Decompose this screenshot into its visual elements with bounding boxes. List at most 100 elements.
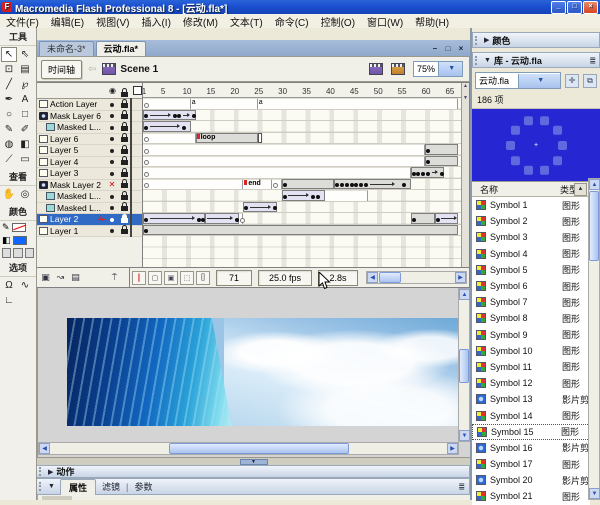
current-frame-field[interactable]: 71 bbox=[216, 270, 252, 286]
frame-span[interactable] bbox=[143, 98, 191, 109]
brush-tool[interactable]: ✐ bbox=[17, 122, 33, 137]
layer-row-mask-layer-6[interactable]: Mask Layer 6 bbox=[37, 111, 142, 123]
frame-span[interactable] bbox=[143, 167, 411, 178]
layer-row-masked-l-[interactable]: Masked L... bbox=[37, 191, 142, 203]
frame-span[interactable] bbox=[143, 156, 425, 167]
library-item-symbol-10[interactable]: Symbol 10图形 bbox=[472, 343, 590, 359]
black-white-button[interactable] bbox=[2, 248, 11, 258]
library-item-symbol-17[interactable]: Symbol 17图形 bbox=[472, 456, 590, 472]
layer-lock-toggle[interactable] bbox=[118, 134, 130, 144]
menu-item-6[interactable]: 命令(C) bbox=[269, 14, 315, 29]
center-frame-button[interactable]: ┃ bbox=[132, 271, 146, 285]
frame-span[interactable] bbox=[263, 133, 459, 144]
layer-lock-toggle[interactable] bbox=[118, 191, 130, 201]
scroll-down-arrow-icon[interactable]: ▼ bbox=[589, 488, 600, 499]
scrollbar-thumb[interactable] bbox=[379, 272, 401, 283]
zoom-level-combobox[interactable]: 75%▼ bbox=[413, 61, 463, 77]
chevron-down-icon[interactable]: ▼ bbox=[438, 62, 463, 76]
no-color-button[interactable] bbox=[13, 248, 22, 258]
minimize-button[interactable]: _ bbox=[551, 1, 566, 14]
library-item-symbol-20[interactable]: Symbol 20影片剪辑 bbox=[472, 472, 590, 488]
pin-library-icon[interactable]: ✛ bbox=[565, 74, 579, 88]
properties-panel-header[interactable]: ▼ 属性 滤镜 | 参数 ≣ bbox=[37, 478, 470, 495]
layer-lock-toggle[interactable] bbox=[118, 203, 130, 213]
frame-span[interactable] bbox=[411, 179, 459, 190]
layer-row-mask-layer-2[interactable]: Mask Layer 2✕ bbox=[37, 180, 142, 192]
library-item-symbol-2[interactable]: Symbol 2图形 bbox=[472, 213, 590, 229]
edit-multiple-frames-button[interactable]: ⬚ bbox=[180, 271, 194, 285]
layer-row-layer-1[interactable]: Layer 1 bbox=[37, 226, 142, 238]
onion-skin-outlines-button[interactable]: ▣ bbox=[164, 271, 178, 285]
library-item-symbol-15[interactable]: Symbol 15图形 bbox=[472, 424, 590, 440]
layer-visibility-toggle[interactable] bbox=[106, 215, 118, 224]
oval-tool[interactable]: ○ bbox=[1, 107, 17, 122]
frame-span[interactable] bbox=[191, 121, 459, 132]
layer-lock-toggle[interactable] bbox=[118, 180, 130, 190]
frame-span[interactable] bbox=[444, 167, 458, 178]
layer-outline-toggle[interactable] bbox=[130, 134, 142, 144]
frame-span[interactable] bbox=[143, 190, 282, 201]
layer-row-masked-l-[interactable]: Masked L... bbox=[37, 203, 142, 215]
menu-item-5[interactable]: 文本(T) bbox=[224, 14, 269, 29]
timeline-horizontal-scrollbar[interactable]: ◀ ▶ bbox=[366, 271, 467, 284]
stage-vertical-scrollbar[interactable]: ▲ ▼ bbox=[458, 288, 470, 442]
scroll-right-arrow-icon[interactable]: ▶ bbox=[447, 443, 458, 454]
library-item-symbol-4[interactable]: Symbol 4图形 bbox=[472, 246, 590, 262]
layer-outline-toggle[interactable] bbox=[130, 111, 142, 121]
lasso-tool[interactable]: ℘ bbox=[17, 77, 33, 92]
free-transform-tool[interactable]: ⊡ bbox=[1, 62, 17, 77]
chevron-down-icon[interactable]: ▼ bbox=[484, 57, 491, 64]
layer-outline-toggle[interactable] bbox=[130, 145, 142, 155]
layer-visibility-toggle[interactable] bbox=[106, 157, 118, 166]
smooth-option[interactable]: ∿ bbox=[17, 278, 33, 293]
show-hide-column-icon[interactable]: ◉ bbox=[109, 86, 116, 95]
layer-visibility-toggle[interactable] bbox=[106, 100, 118, 109]
ink-bottle-tool[interactable]: ◍ bbox=[1, 137, 17, 152]
modify-onion-markers-button[interactable]: [] bbox=[196, 271, 210, 285]
eyedropper-tool[interactable]: ⟋ bbox=[1, 152, 17, 167]
scrollbar-thumb[interactable] bbox=[459, 349, 469, 383]
frame-span[interactable] bbox=[277, 202, 459, 213]
add-motion-guide-button[interactable]: ↝ bbox=[54, 271, 67, 284]
library-item-symbol-5[interactable]: Symbol 5图形 bbox=[472, 262, 590, 278]
layer-outline-toggle[interactable] bbox=[130, 203, 142, 213]
layer-outline-toggle[interactable] bbox=[130, 122, 142, 132]
frame-span[interactable] bbox=[196, 110, 459, 121]
timeline-toggle-button[interactable]: 时间轴 bbox=[41, 60, 82, 79]
library-item-symbol-1[interactable]: Symbol 1图形 bbox=[472, 197, 590, 213]
library-item-symbol-12[interactable]: Symbol 12图形 bbox=[472, 375, 590, 391]
layer-lock-toggle[interactable] bbox=[118, 99, 130, 109]
library-panel-header[interactable]: ▼ 库 - 云动.fla ≣ bbox=[472, 52, 600, 68]
panel-menu-icon[interactable]: ≣ bbox=[589, 56, 596, 65]
tab-filters[interactable]: 滤镜 bbox=[96, 480, 126, 493]
layer-visibility-toggle[interactable] bbox=[106, 146, 118, 155]
library-vertical-scrollbar[interactable]: ▲ ▼ bbox=[588, 178, 600, 500]
menu-item-2[interactable]: 视图(V) bbox=[90, 14, 135, 29]
panel-menu-icon[interactable]: ≣ bbox=[458, 482, 465, 491]
frame-span[interactable] bbox=[143, 202, 243, 213]
back-arrow-icon[interactable]: ⇦ bbox=[88, 64, 96, 75]
scrollbar-thumb[interactable] bbox=[169, 443, 349, 454]
scrollbar-thumb[interactable] bbox=[589, 191, 599, 261]
scroll-right-arrow-icon[interactable]: ▶ bbox=[455, 272, 466, 283]
straighten-option[interactable]: ∟ bbox=[1, 293, 17, 308]
fill-color-swatch[interactable] bbox=[13, 236, 27, 245]
frame-span[interactable] bbox=[325, 190, 368, 201]
edit-symbol-icon[interactable] bbox=[391, 63, 405, 75]
new-library-panel-icon[interactable]: ⧉ bbox=[583, 74, 597, 88]
layer-row-layer-3[interactable]: Layer 3 bbox=[37, 168, 142, 180]
doc-restore-button[interactable]: □ bbox=[443, 44, 453, 53]
hand-tool[interactable]: ✋ bbox=[1, 187, 17, 202]
delete-layer-trash-button[interactable]: ⍑ bbox=[108, 271, 121, 284]
outline-column-icon[interactable] bbox=[133, 86, 142, 95]
layer-outline-toggle[interactable] bbox=[130, 214, 142, 224]
menu-item-8[interactable]: 窗口(W) bbox=[361, 14, 409, 29]
selection-tool[interactable]: ↖ bbox=[1, 47, 17, 62]
layer-row-layer-4[interactable]: Layer 4 bbox=[37, 157, 142, 169]
library-item-symbol-9[interactable]: Symbol 9图形 bbox=[472, 327, 590, 343]
lock-column-icon[interactable] bbox=[121, 90, 128, 99]
library-item-symbol-6[interactable]: Symbol 6图形 bbox=[472, 278, 590, 294]
sort-order-button[interactable]: ▲ bbox=[574, 183, 587, 196]
actions-panel-header[interactable]: ▶ 动作 bbox=[37, 465, 470, 478]
layer-visibility-toggle[interactable] bbox=[106, 123, 118, 132]
